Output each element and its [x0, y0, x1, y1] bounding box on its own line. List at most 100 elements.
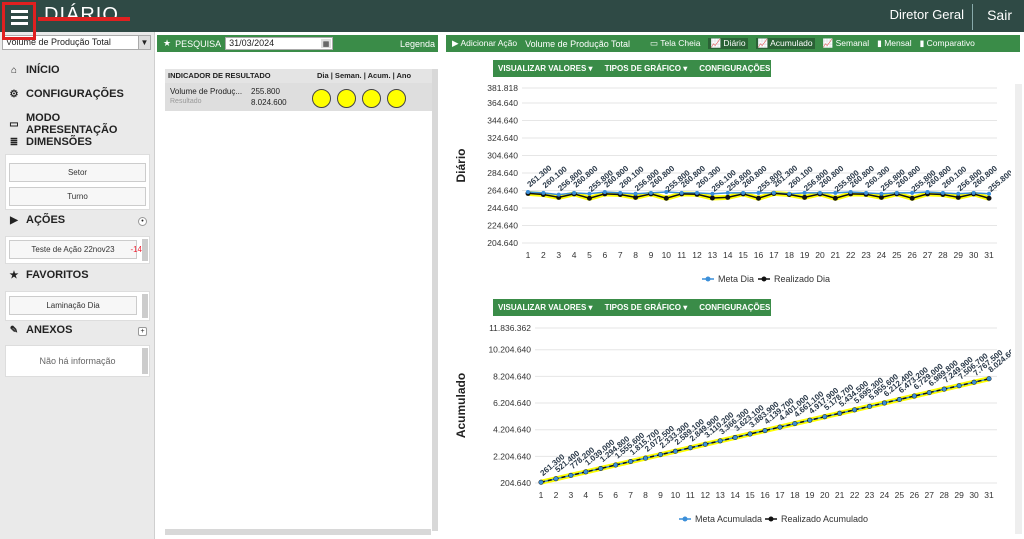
- meta-point: [971, 190, 976, 195]
- menu-label: INÍCIO: [26, 64, 60, 76]
- x-tick-label: 29: [954, 490, 964, 500]
- acoes-options-button[interactable]: •: [138, 217, 147, 226]
- y-tick-label: 224.640: [487, 221, 518, 231]
- add-action-button[interactable]: ▶ Adicionar Ação: [452, 38, 517, 49]
- legend-meta-label: Meta Dia: [718, 274, 754, 284]
- y-tick-label: 10.204.640: [488, 345, 531, 355]
- y-axis-label: Acumulado: [454, 373, 468, 438]
- weekly-button[interactable]: 📈 Semanal: [823, 38, 870, 49]
- y-tick-label: 204.640: [500, 478, 531, 488]
- top-bar: DIÁRIO Diretor Geral Sair: [0, 0, 1024, 32]
- fullscreen-label: Tela Cheia: [660, 38, 701, 48]
- view-values-button[interactable]: VISUALIZAR VALORES ▾: [498, 64, 593, 73]
- cumulative-button[interactable]: 📈 Acumulado: [755, 38, 815, 49]
- chart-panel-toolbar: ▶ Adicionar Ação Volume de Produção Tota…: [446, 35, 1020, 52]
- config-button[interactable]: CONFIGURAÇÕES ▾: [699, 64, 776, 73]
- x-tick-label: 24: [880, 490, 890, 500]
- date-value: 31/03/2024: [229, 38, 275, 48]
- meta-point: [940, 190, 945, 195]
- y-tick-label: 264.640: [487, 186, 518, 196]
- meta-point: [583, 469, 588, 474]
- date-input[interactable]: 31/03/2024 ▦: [225, 37, 334, 50]
- chart-types-button[interactable]: TIPOS DE GRÁFICO ▾: [605, 303, 688, 312]
- vertical-scrollbar[interactable]: [432, 69, 438, 531]
- menu-item-dimensoes[interactable]: ≣ DIMENSÕES: [8, 136, 92, 148]
- y-tick-label: 364.640: [487, 98, 518, 108]
- meta-point: [852, 407, 857, 412]
- fullscreen-button[interactable]: ▭ Tela Cheia: [650, 38, 700, 49]
- x-tick-label: 23: [861, 250, 871, 260]
- x-tick-label: 15: [745, 490, 755, 500]
- legend-link[interactable]: Legenda: [400, 39, 438, 49]
- x-tick-label: 13: [708, 250, 718, 260]
- favoritos-scrollbar[interactable]: [142, 294, 148, 318]
- menu-item-favoritos[interactable]: ★ FAVORITOS: [8, 269, 89, 281]
- chevron-down-icon[interactable]: ▼: [138, 36, 150, 49]
- meta-point: [598, 466, 603, 471]
- favorite-item[interactable]: Laminação Dia: [9, 296, 137, 315]
- menu-label: AÇÕES: [26, 214, 66, 226]
- monthly-button[interactable]: ▮ Mensal: [877, 38, 911, 49]
- meta-point: [792, 421, 797, 426]
- comparative-button[interactable]: ▮ Comparativo: [920, 38, 975, 49]
- x-tick-label: 5: [587, 250, 592, 260]
- x-tick-label: 28: [938, 250, 948, 260]
- meta-point: [695, 190, 700, 195]
- meta-point: [822, 414, 827, 419]
- logout-button[interactable]: Sair: [987, 7, 1012, 23]
- meta-point: [613, 462, 618, 467]
- chart-types-label: TIPOS DE GRÁFICO: [604, 64, 682, 73]
- meta-point: [771, 190, 776, 195]
- meta-point: [572, 190, 577, 195]
- menu-label: DIMENSÕES: [26, 136, 93, 148]
- horizontal-scrollbar[interactable]: [165, 529, 431, 535]
- menu-item-anexos[interactable]: ✎ ANEXOS: [8, 324, 73, 336]
- header-columns: Dia | Seman. | Acum. | Ano: [317, 71, 412, 80]
- empty-state-text: Não há informação: [39, 356, 116, 366]
- view-values-button[interactable]: VISUALIZAR VALORES ▾: [498, 303, 593, 312]
- hamburger-menu-button[interactable]: [2, 2, 36, 40]
- cumulative-chart: 11.836.362 10.204.640 8.204.640 6.204.640 4.…: [454, 323, 1011, 524]
- x-tick-label: 18: [784, 250, 794, 260]
- table-row[interactable]: Volume de Produç... Resultado 255.800 8.…: [165, 83, 437, 111]
- dimension-turno-button[interactable]: Turno: [9, 187, 146, 206]
- page-title: DIÁRIO: [44, 4, 119, 26]
- x-tick-label: 26: [907, 250, 917, 260]
- x-tick-label: 27: [925, 490, 935, 500]
- user-name[interactable]: Diretor Geral: [890, 7, 964, 22]
- hamburger-icon: [11, 10, 28, 13]
- menu-item-inicio[interactable]: ⌂ INÍCIO: [8, 64, 60, 76]
- meta-point: [912, 394, 917, 399]
- meta-point: [972, 380, 977, 385]
- add-anexo-button[interactable]: +: [138, 327, 147, 336]
- config-button[interactable]: CONFIGURAÇÕES ▾: [699, 303, 776, 312]
- daily-button[interactable]: 📈 Diário: [708, 38, 748, 49]
- meta-point: [957, 383, 962, 388]
- action-item[interactable]: Teste de Ação 22nov23 -14: [9, 240, 142, 259]
- meta-point: [763, 428, 767, 433]
- x-tick-label: 11: [686, 490, 695, 500]
- y-tick-label: 324.640: [487, 133, 518, 143]
- meta-point: [718, 438, 723, 443]
- cumulative-label: Acumulado: [770, 38, 813, 48]
- menu-item-configuracoes[interactable]: ⚙ CONFIGURAÇÕES: [8, 88, 124, 100]
- x-tick-label: 9: [658, 490, 663, 500]
- star-icon[interactable]: ★: [163, 38, 171, 49]
- anexos-scrollbar[interactable]: [142, 348, 148, 374]
- menu-item-acoes[interactable]: ▶ AÇÕES: [8, 214, 65, 226]
- x-tick-label: 17: [769, 250, 779, 260]
- calendar-icon[interactable]: ▦: [321, 39, 332, 48]
- x-tick-label: 17: [775, 490, 785, 500]
- menu-item-modo-apresentacao[interactable]: ▭ MODO APRESENTAÇÃO: [8, 112, 154, 136]
- dimension-setor-button[interactable]: Setor: [9, 163, 146, 182]
- meta-point: [658, 452, 663, 457]
- acoes-scrollbar[interactable]: [142, 239, 148, 261]
- realizado-point: [663, 195, 669, 201]
- chart-types-button[interactable]: TIPOS DE GRÁFICO ▾: [605, 64, 688, 73]
- action-item-label: Teste de Ação 22nov23: [31, 245, 115, 254]
- chart1-toolbar: VISUALIZAR VALORES ▾ TIPOS DE GRÁFICO ▾ …: [493, 60, 777, 77]
- divider: [972, 4, 973, 30]
- indicator-value-day: 255.800: [251, 87, 280, 96]
- paperclip-icon: ✎: [9, 324, 19, 336]
- chart-scrollbar[interactable]: [1015, 84, 1022, 534]
